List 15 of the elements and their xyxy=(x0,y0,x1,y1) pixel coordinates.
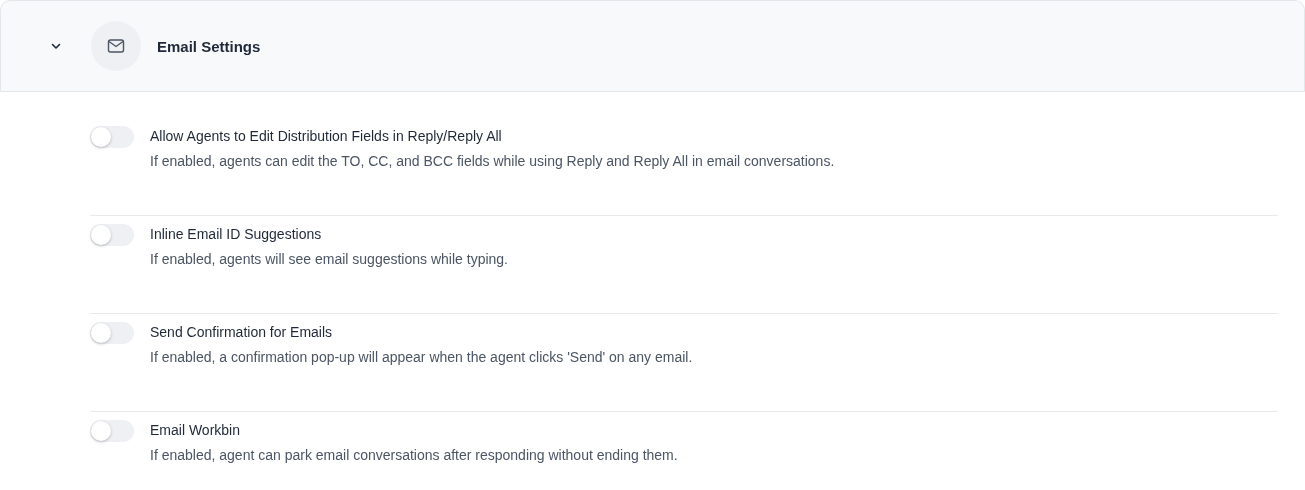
setting-description: If enabled, agents can edit the TO, CC, and BCC fields while using Reply and Reply All in email conversations. xyxy=(150,153,835,169)
section-header[interactable]: Email Settings xyxy=(0,0,1305,92)
toggle-switch[interactable] xyxy=(90,322,134,344)
envelope-icon xyxy=(91,21,141,71)
setting-description: If enabled, agents will see email suggestions while typing. xyxy=(150,251,508,267)
setting-title: Send Confirmation for Emails xyxy=(150,324,334,340)
toggle-switch[interactable] xyxy=(90,126,134,148)
section-title: Email Settings xyxy=(157,37,261,55)
toggle-switch[interactable] xyxy=(90,224,134,246)
setting-title: Inline Email ID Suggestions xyxy=(150,226,323,242)
setting-description: If enabled, a confirmation pop-up will appear when the agent clicks 'Send' on any email. xyxy=(150,349,693,365)
setting-title: Email Workbin xyxy=(150,422,241,438)
setting-description: If enabled, agent can park email conversations after responding without ending them. xyxy=(150,447,678,463)
toggle-switch[interactable] xyxy=(90,420,134,442)
setting-title: Allow Agents to Edit Distribution Fields in Reply/Reply All xyxy=(150,128,503,144)
